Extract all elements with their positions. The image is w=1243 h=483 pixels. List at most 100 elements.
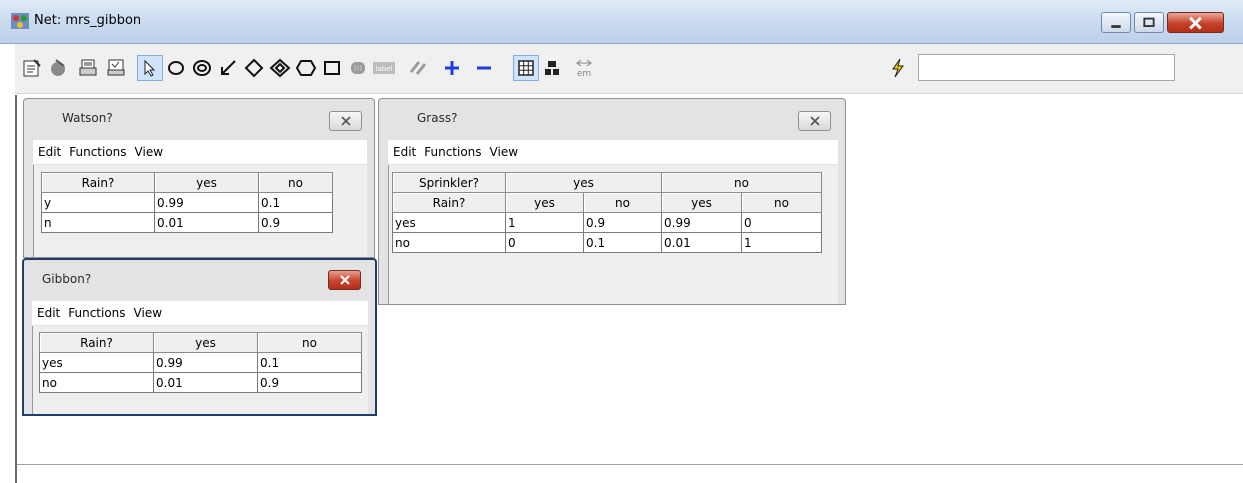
gibbon-table-panel: Gibbon? Edit Functions View Rain? yes no… (22, 258, 377, 416)
grid-icon (518, 60, 534, 76)
probability-cell[interactable]: 0.99 (153, 352, 258, 373)
minimize-button[interactable] (1101, 12, 1131, 33)
zoom-in-icon (445, 61, 459, 75)
table-row: y 0.99 0.1 (41, 192, 333, 213)
row-header: no (39, 372, 154, 393)
layout-icon (545, 61, 559, 75)
probability-cell[interactable]: 0.1 (258, 192, 333, 213)
probability-table: Rain? yes no y 0.99 0.1 n 0.01 0.9 (41, 172, 333, 233)
panel-menu-bar: Edit Functions View (33, 140, 367, 164)
state-header: yes (661, 192, 742, 213)
chance-node-icon (168, 61, 184, 75)
watson-table-panel: Watson? Edit Functions View Rain? yes no… (23, 98, 375, 258)
state-header: yes (505, 192, 584, 213)
probability-cell[interactable]: 1 (741, 232, 822, 253)
panel-close-button[interactable] (329, 111, 362, 131)
menu-view[interactable]: View (490, 145, 518, 159)
probability-cell[interactable]: 0.01 (153, 372, 258, 393)
multi-utility-tool[interactable] (267, 55, 293, 81)
toolbar: label em (15, 44, 1243, 94)
arc-icon (221, 60, 236, 75)
svg-text:em: em (577, 69, 591, 79)
state-header: yes (505, 172, 662, 193)
menu-functions[interactable]: Functions (424, 145, 481, 159)
panel-body: Rain? yes no yes 0.99 0.1 no 0.01 0.9 (32, 326, 368, 414)
panel-title-bar[interactable]: Gibbon? (24, 260, 375, 296)
update-button[interactable] (885, 55, 911, 81)
maximize-button[interactable] (1134, 12, 1164, 33)
grid-button[interactable] (513, 55, 539, 81)
table-row: no 0 0.1 0.01 1 (392, 232, 822, 253)
compile-button[interactable] (45, 55, 71, 81)
menu-functions[interactable]: Functions (68, 306, 125, 320)
select-tool-button[interactable] (137, 55, 163, 81)
layout-button[interactable] (539, 55, 565, 81)
row-header: yes (392, 212, 506, 233)
close-icon (1189, 16, 1202, 30)
print-button[interactable] (75, 55, 101, 81)
probability-cell[interactable]: 0.1 (583, 232, 662, 253)
probability-cell[interactable]: 0.01 (154, 212, 259, 233)
link-tool[interactable] (405, 55, 431, 81)
probability-cell[interactable]: 0.1 (257, 352, 362, 373)
state-header: no (258, 172, 333, 193)
utility-node-icon (244, 58, 264, 78)
utility-node-tool[interactable] (293, 55, 319, 81)
probability-cell[interactable]: 0.99 (661, 212, 742, 233)
state-header: no (257, 332, 362, 353)
submodel-tool[interactable] (319, 55, 345, 81)
menu-functions[interactable]: Functions (69, 145, 126, 159)
probability-cell[interactable]: 0.01 (661, 232, 742, 253)
search-input[interactable] (918, 54, 1175, 81)
svg-text:label: label (376, 65, 393, 73)
em-button[interactable]: em (571, 55, 597, 81)
table-row: n 0.01 0.9 (41, 212, 333, 233)
panel-title-bar[interactable]: Grass? (379, 99, 845, 135)
panel-title-bar[interactable]: Watson? (24, 99, 374, 135)
label-icon: label (373, 62, 395, 74)
restore-icon (1143, 17, 1155, 27)
properties-icon (23, 59, 41, 77)
probability-cell[interactable]: 0 (741, 212, 822, 233)
menu-view[interactable]: View (135, 145, 163, 159)
probability-cell[interactable]: 0.9 (257, 372, 362, 393)
lightning-icon (892, 58, 904, 78)
panel-close-button[interactable] (328, 270, 361, 290)
close-icon (340, 116, 351, 126)
submodel-icon (351, 62, 365, 74)
close-button[interactable] (1167, 12, 1224, 33)
chance-node-tool[interactable] (163, 55, 189, 81)
network-app-icon (11, 13, 29, 29)
panel-title: Grass? (417, 111, 458, 125)
parent-header: Rain? (39, 332, 154, 353)
menu-edit[interactable]: Edit (38, 145, 61, 159)
rect-node-icon (324, 61, 340, 75)
panel-close-button[interactable] (798, 111, 831, 131)
equation-node-tool[interactable] (345, 55, 371, 81)
print-preview-button[interactable] (103, 55, 129, 81)
arc-tool[interactable] (215, 55, 241, 81)
grass-table-panel: Grass? Edit Functions View Sprinkler? ye… (378, 98, 846, 305)
menu-edit[interactable]: Edit (393, 145, 416, 159)
probability-cell[interactable]: 0.9 (258, 212, 333, 233)
decision-node-tool[interactable] (241, 55, 267, 81)
zoom-in-button[interactable] (439, 55, 465, 81)
probability-cell[interactable]: 1 (505, 212, 584, 233)
probability-cell[interactable]: 0 (505, 232, 584, 253)
properties-button[interactable] (19, 55, 45, 81)
zoom-out-button[interactable] (471, 55, 497, 81)
probability-cell[interactable]: 0.9 (583, 212, 662, 233)
probability-cell[interactable]: 0.99 (154, 192, 259, 213)
state-header: no (741, 192, 822, 213)
status-area (17, 464, 1243, 483)
row-header: y (41, 192, 155, 213)
minimize-icon (1111, 25, 1121, 28)
parent-header: Rain? (41, 172, 155, 193)
deterministic-node-tool[interactable] (189, 55, 215, 81)
menu-edit[interactable]: Edit (37, 306, 60, 320)
probability-table: Sprinkler? yes no Rain? yes no yes no ye… (392, 172, 822, 253)
panel-title: Gibbon? (42, 272, 92, 286)
label-tool[interactable]: label (371, 55, 397, 81)
menu-view[interactable]: View (134, 306, 162, 320)
panel-body: Rain? yes no y 0.99 0.1 n 0.01 0.9 (33, 165, 367, 257)
